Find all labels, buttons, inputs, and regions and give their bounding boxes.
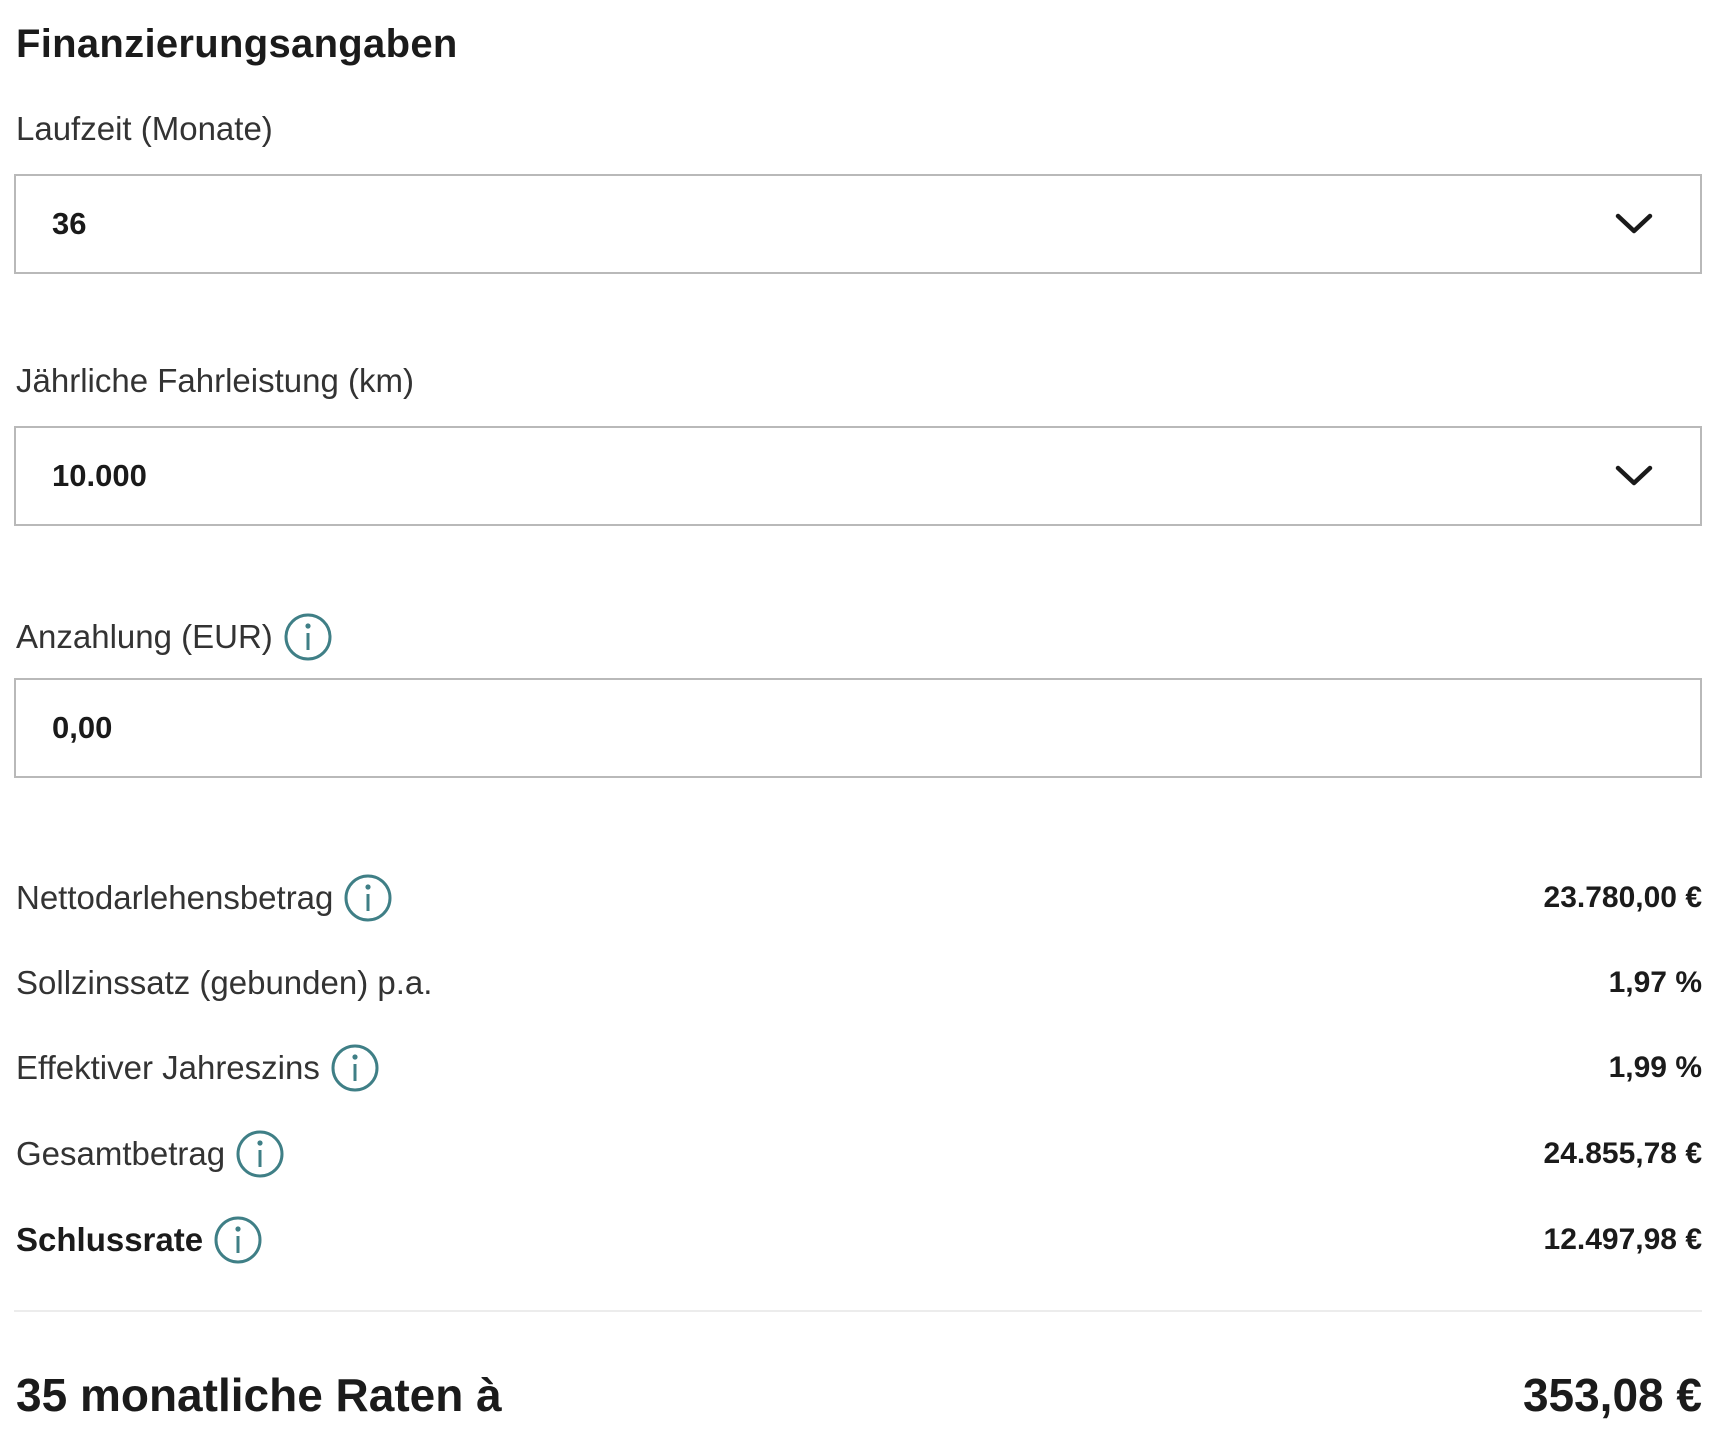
anzahlung-input[interactable] <box>52 710 1652 746</box>
summary-label-text: Effektiver Jahreszins <box>16 1049 320 1086</box>
info-icon[interactable] <box>283 612 333 662</box>
fahrleistung-label: Jährliche Fahrleistung (km) <box>16 362 414 400</box>
section-title: Finanzierungsangaben <box>16 22 458 66</box>
anzahlung-label: Anzahlung (EUR) <box>16 612 333 662</box>
summary-row-gesamtbetrag: Gesamtbetrag 24.855,78 € <box>14 1124 1702 1184</box>
summary-value: 23.780,00 € <box>1543 881 1702 914</box>
summary-row-schlussrate: Schlussrate 12.497,98 € <box>14 1210 1702 1270</box>
laufzeit-value: 36 <box>52 206 87 241</box>
summary-value: 24.855,78 € <box>1543 1137 1702 1170</box>
anzahlung-input-field[interactable] <box>14 678 1702 778</box>
laufzeit-label: Laufzeit (Monate) <box>16 110 273 148</box>
summary-value: 1,97 % <box>1608 966 1702 999</box>
summary-label: Effektiver Jahreszins <box>16 1043 380 1093</box>
summary-label-text: Schlussrate <box>16 1221 204 1258</box>
divider <box>14 1310 1702 1312</box>
info-icon[interactable] <box>330 1043 380 1093</box>
summary-label-text: Gesamtbetrag <box>16 1135 226 1172</box>
monthly-rate-label: 35 monatliche Raten à <box>16 1369 502 1421</box>
monthly-rate-row: 35 monatliche Raten à 353,08 € <box>14 1360 1702 1430</box>
summary-label: Nettodarlehensbetrag <box>16 873 393 923</box>
chevron-down-icon[interactable] <box>1610 200 1658 248</box>
summary-row-nettodarlehensbetrag: Nettodarlehensbetrag 23.780,00 € <box>14 868 1702 928</box>
summary-label: Sollzinssatz (gebunden) p.a. <box>16 964 432 1002</box>
laufzeit-label-text: Laufzeit (Monate) <box>16 110 273 147</box>
fahrleistung-select[interactable]: 10.000 <box>14 426 1702 526</box>
laufzeit-select[interactable]: 36 <box>14 174 1702 274</box>
info-icon[interactable] <box>343 873 393 923</box>
summary-label: Schlussrate <box>16 1215 263 1265</box>
monthly-rate-value: 353,08 € <box>1522 1369 1702 1421</box>
summary-row-sollzinssatz: Sollzinssatz (gebunden) p.a. 1,97 % <box>14 953 1702 1013</box>
summary-label-text: Nettodarlehensbetrag <box>16 879 334 916</box>
fahrleistung-value: 10.000 <box>52 458 147 493</box>
summary-label: Gesamtbetrag <box>16 1129 285 1179</box>
info-icon[interactable] <box>213 1215 263 1265</box>
summary-value: 12.497,98 € <box>1543 1223 1702 1256</box>
summary-row-effektiver-jahreszins: Effektiver Jahreszins 1,99 % <box>14 1038 1702 1098</box>
info-icon[interactable] <box>235 1129 285 1179</box>
anzahlung-label-text: Anzahlung (EUR) <box>16 618 273 655</box>
summary-label-text: Sollzinssatz (gebunden) p.a. <box>16 964 433 1001</box>
chevron-down-icon[interactable] <box>1610 452 1658 500</box>
fahrleistung-label-text: Jährliche Fahrleistung (km) <box>16 362 414 399</box>
financing-panel: Finanzierungsangaben Laufzeit (Monate) 3… <box>14 0 1704 1440</box>
summary-value: 1,99 % <box>1608 1051 1702 1084</box>
